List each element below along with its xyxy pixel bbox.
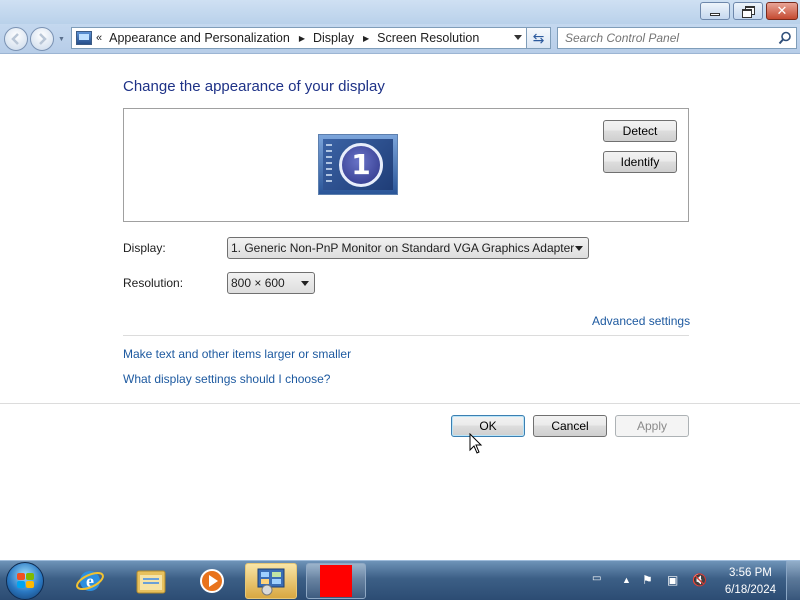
identify-button[interactable]: Identify — [603, 151, 677, 173]
breadcrumb-display[interactable]: Display — [313, 31, 354, 45]
minimize-button[interactable] — [700, 2, 730, 20]
control-panel-icon — [76, 31, 92, 45]
address-dropdown-icon[interactable] — [514, 35, 522, 40]
start-button[interactable] — [6, 562, 44, 600]
taskbar-internet-explorer[interactable]: e — [64, 563, 116, 599]
divider — [0, 403, 800, 404]
display-help-link[interactable]: What display settings should I choose? — [123, 372, 330, 386]
text-size-link[interactable]: Make text and other items larger or smal… — [123, 347, 351, 361]
mouse-pointer-icon — [469, 433, 483, 454]
chevron-down-icon — [575, 246, 583, 251]
address-bar[interactable]: « Appearance and Personalization ▶ Displ… — [71, 27, 527, 49]
taskbar-control-panel[interactable] — [245, 563, 297, 599]
taskbar-red-square-app[interactable] — [306, 563, 366, 599]
chevron-down-icon — [301, 281, 309, 286]
volume-muted-icon[interactable]: 🔇 — [692, 573, 707, 587]
back-arrow-icon — [11, 33, 19, 45]
monitor-1-thumbnail[interactable]: 1 — [318, 134, 398, 195]
taskbar-windows-explorer[interactable] — [125, 563, 177, 599]
display-select[interactable]: 1. Generic Non-PnP Monitor on Standard V… — [227, 237, 589, 259]
clock-date: 6/18/2024 — [724, 584, 776, 596]
resolution-select-value: 800 × 600 — [231, 276, 285, 290]
action-center-flag-icon[interactable]: ⚑ — [642, 573, 653, 587]
taskbar: e ▭ ▲ ⚑ ▣ 🔇 3:56 PM 6/18/2024 — [0, 560, 800, 600]
show-hidden-icons-icon[interactable]: ▲ — [622, 575, 631, 585]
monitor-number-badge: 1 — [339, 143, 383, 187]
breadcrumb: « Appearance and Personalization ▶ Displ… — [96, 28, 479, 48]
show-desktop-button[interactable] — [786, 561, 800, 600]
red-square-icon — [320, 565, 352, 597]
resolution-select[interactable]: 800 × 600 — [227, 272, 315, 294]
cancel-button[interactable]: Cancel — [533, 415, 607, 437]
breadcrumb-separator-icon[interactable]: ▶ — [299, 34, 305, 43]
internet-explorer-icon: e — [76, 571, 104, 591]
breadcrumb-appearance[interactable]: Appearance and Personalization — [109, 31, 290, 45]
search-icon[interactable] — [778, 31, 792, 45]
recent-pages-dropdown[interactable]: ▼ — [58, 36, 65, 43]
taskbar-media-player[interactable] — [186, 563, 238, 599]
close-button[interactable]: ✕ — [766, 2, 798, 20]
forward-arrow-icon — [39, 33, 47, 45]
minimize-icon — [710, 12, 720, 16]
title-bar: ✕ — [0, 0, 800, 24]
advanced-settings-link[interactable]: Advanced settings — [592, 314, 690, 328]
search-box[interactable] — [557, 27, 797, 49]
keyboard-icon[interactable]: ▭ — [592, 573, 601, 584]
folder-icon — [136, 570, 166, 594]
detect-button[interactable]: Detect — [603, 120, 677, 142]
breadcrumb-screen-resolution[interactable]: Screen Resolution — [377, 31, 479, 45]
monitor-icon: 1 — [323, 139, 393, 190]
breadcrumb-overflow[interactable]: « — [96, 32, 102, 44]
navigation-bar: ▼ « Appearance and Personalization ▶ Dis… — [0, 24, 800, 54]
breadcrumb-separator-icon[interactable]: ▶ — [363, 34, 369, 43]
control-panel-icon — [257, 568, 285, 596]
display-preview-area: 1 Detect Identify — [123, 108, 689, 222]
main-content: Change the appearance of your display 1 … — [0, 55, 800, 560]
close-icon: ✕ — [776, 3, 788, 19]
resolution-label: Resolution: — [123, 276, 184, 290]
restore-icon — [742, 6, 755, 18]
display-select-value: 1. Generic Non-PnP Monitor on Standard V… — [231, 241, 575, 255]
clock[interactable]: 3:56 PM 6/18/2024 — [725, 565, 776, 599]
back-button[interactable] — [4, 27, 28, 51]
monitor-desktop-icons — [326, 144, 332, 186]
display-label: Display: — [123, 241, 166, 255]
divider — [123, 335, 689, 336]
media-player-icon — [200, 569, 224, 593]
search-input[interactable] — [558, 28, 768, 48]
clock-time: 3:56 PM — [729, 567, 772, 579]
page-title: Change the appearance of your display — [123, 78, 385, 95]
network-icon[interactable]: ▣ — [667, 573, 678, 587]
refresh-icon: ⇆ — [532, 29, 545, 46]
windows-logo-icon — [17, 573, 35, 589]
forward-button[interactable] — [30, 27, 54, 51]
ok-button[interactable]: OK — [451, 415, 525, 437]
restore-button[interactable] — [733, 2, 763, 20]
apply-button[interactable]: Apply — [615, 415, 689, 437]
refresh-button[interactable]: ⇆ — [527, 27, 551, 49]
